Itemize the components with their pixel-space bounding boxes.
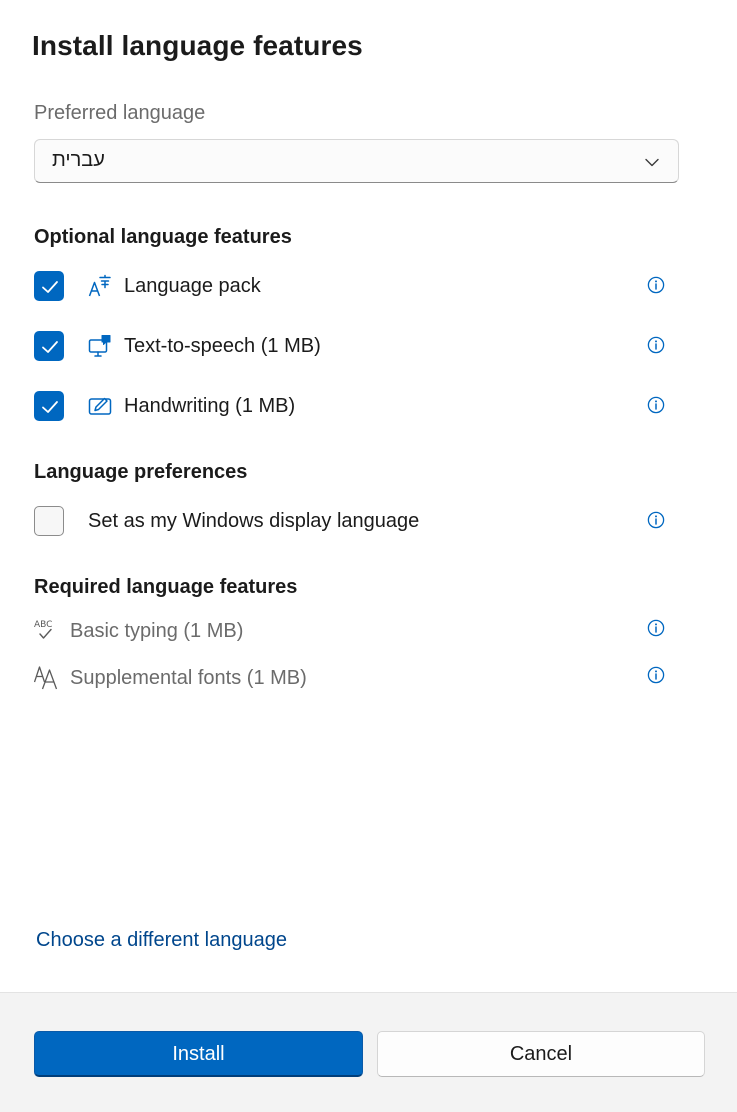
text-to-speech-icon — [88, 335, 111, 357]
feature-row-text-to-speech: Text-to-speech (1 MB) — [34, 331, 684, 363]
preferred-language-value: עברית — [52, 149, 105, 171]
info-icon[interactable] — [647, 666, 665, 684]
text-to-speech-checkbox[interactable] — [34, 331, 64, 361]
supplemental-fonts-icon — [34, 666, 58, 690]
svg-text:ABC: ABC — [34, 620, 52, 630]
supplemental-fonts-label: Supplemental fonts (1 MB) — [70, 667, 307, 689]
chevron-down-icon — [645, 158, 659, 167]
feature-row-handwriting: Handwriting (1 MB) — [34, 391, 684, 423]
install-language-features-dialog: Install language features Preferred lang… — [0, 0, 737, 1112]
info-icon[interactable] — [647, 276, 665, 294]
display-language-label: Set as my Windows display language — [88, 510, 420, 532]
info-icon[interactable] — [647, 619, 665, 637]
preferred-language-dropdown[interactable]: עברית — [34, 139, 679, 183]
text-to-speech-label: Text-to-speech (1 MB) — [124, 335, 321, 357]
info-icon[interactable] — [647, 336, 665, 354]
required-row-supplemental-fonts: Supplemental fonts (1 MB) — [34, 664, 684, 694]
language-pack-label: Language pack — [124, 275, 261, 297]
preferred-language-label: Preferred language — [34, 102, 206, 124]
display-language-checkbox[interactable] — [34, 506, 64, 536]
language-preferences-header: Language preferences — [34, 461, 248, 483]
dialog-footer: Install Cancel — [0, 992, 737, 1112]
handwriting-icon — [88, 397, 112, 415]
handwriting-checkbox[interactable] — [34, 391, 64, 421]
basic-typing-label: Basic typing (1 MB) — [70, 620, 244, 642]
choose-different-language-link[interactable]: Choose a different language — [36, 929, 287, 952]
install-button[interactable]: Install — [34, 1031, 363, 1077]
info-icon[interactable] — [647, 396, 665, 414]
checkmark-icon — [42, 281, 58, 293]
basic-typing-icon: ABC — [34, 620, 52, 639]
cancel-button[interactable]: Cancel — [377, 1031, 705, 1077]
language-pack-icon — [88, 274, 111, 297]
language-pack-checkbox[interactable] — [34, 271, 64, 301]
handwriting-label: Handwriting (1 MB) — [124, 395, 296, 417]
dialog-title: Install language features — [32, 30, 363, 61]
feature-row-language-pack: Language pack — [34, 271, 684, 303]
info-icon[interactable] — [647, 511, 665, 529]
checkmark-icon — [42, 341, 58, 353]
optional-features-header: Optional language features — [34, 226, 292, 248]
required-features-header: Required language features — [34, 576, 298, 598]
required-row-basic-typing: ABC Basic typing (1 MB) — [34, 617, 684, 647]
preference-row-display-language: Set as my Windows display language — [34, 506, 684, 538]
checkmark-icon — [42, 401, 58, 413]
